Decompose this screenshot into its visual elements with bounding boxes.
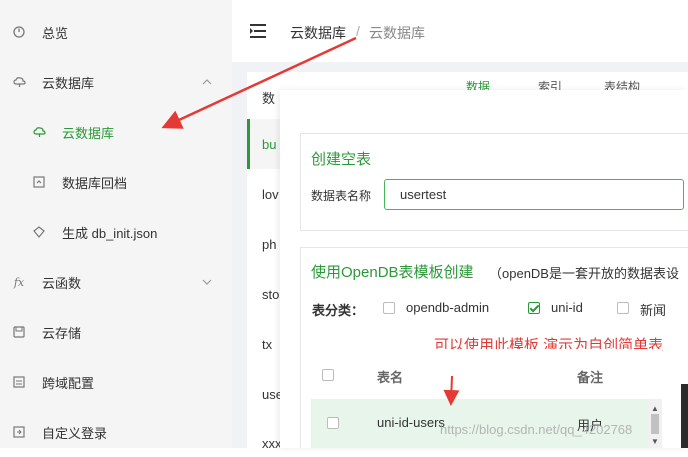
sidebar-item-overview[interactable]: 总览 (0, 7, 232, 57)
sidebar-item-custom-login[interactable]: 自定义登录 (0, 407, 232, 457)
row-checkbox[interactable] (327, 417, 339, 429)
sidebar-subitem-db-rollback[interactable]: 数据库回档 (0, 157, 232, 207)
collection-row[interactable]: tx (262, 337, 272, 352)
chevron-up-icon (202, 77, 212, 88)
breadcrumb-current: 云数据库 (369, 25, 425, 41)
scroll-down-icon[interactable]: ▼ (651, 437, 659, 446)
opendb-template-title: 使用OpenDB表模板创建 (311, 264, 474, 281)
sidebar-item-label: 云函数 (42, 275, 82, 291)
table-cell-name: uni-id-users (377, 415, 445, 430)
create-empty-table-title: 创建空表 (311, 151, 372, 168)
login-icon (12, 425, 26, 439)
sidebar-subitem-label: 数据库回档 (62, 175, 128, 191)
collection-list-header: 数 (262, 91, 276, 106)
sidebar-subitem-cloud-database[interactable]: 云数据库 (0, 107, 232, 157)
fx-icon: fx (13, 275, 25, 289)
chevron-down-icon (202, 277, 212, 288)
header: 云数据库 / 云数据库 (232, 0, 688, 63)
sidebar-subitem-label: 生成 db_init.json (62, 225, 158, 241)
scroll-up-icon[interactable]: ▲ (651, 404, 659, 413)
category-label-news[interactable]: 新闻 (640, 300, 666, 319)
table-name-label: 数据表名称 (311, 189, 372, 203)
rollback-icon (32, 175, 46, 189)
category-label-uni-id[interactable]: uni-id (551, 300, 583, 315)
sidebar-item-label: 跨域配置 (42, 375, 95, 391)
collection-row[interactable]: bu (262, 137, 276, 152)
table-header-name: 表名 (377, 370, 404, 385)
category-checkbox-uni-id[interactable] (528, 302, 540, 314)
dark-edge-strip (681, 384, 688, 448)
category-label-opendb-admin[interactable]: opendb-admin (406, 300, 489, 315)
sidebar-item-cloud-function[interactable]: fx 云函数 (0, 257, 232, 307)
category-checkbox-news[interactable] (617, 302, 629, 314)
collection-row[interactable]: lov (262, 187, 279, 202)
sidebar-subitem-label: 云数据库 (62, 125, 115, 141)
dashboard-icon (12, 25, 26, 39)
select-all-checkbox[interactable] (322, 369, 334, 381)
template-table-header (311, 349, 662, 400)
opendb-template-note: （openDB是一套开放的数据表设 (489, 266, 679, 281)
sidebar-item-cloud-database[interactable]: 云数据库 (0, 57, 232, 107)
sidebar-item-label: 总览 (42, 25, 69, 41)
table-name-input[interactable]: usertest (384, 179, 684, 210)
breadcrumb-root[interactable]: 云数据库 (290, 23, 346, 43)
sidebar-item-label: 云存储 (42, 325, 82, 341)
sidebar: 总览 云数据库 云数据库 数据库回档 生成 db_init.json fx 云函… (0, 0, 232, 448)
cors-icon (12, 375, 26, 389)
cloud-db-icon (12, 75, 26, 89)
table-header-note: 备注 (577, 370, 604, 385)
sidebar-subitem-generate-db-init[interactable]: 生成 db_init.json (0, 207, 232, 257)
cloud-db-icon (32, 125, 46, 139)
scroll-thumb[interactable] (651, 414, 659, 434)
category-checkbox-opendb-admin[interactable] (383, 302, 395, 314)
sidebar-item-cloud-storage[interactable]: 云存储 (0, 307, 232, 357)
breadcrumb-separator: / (356, 23, 360, 39)
collection-row[interactable]: ph (262, 237, 276, 252)
category-label: 表分类： (312, 303, 365, 318)
watermark: https://blog.csdn.net/qq_4202768 (440, 422, 633, 437)
sidebar-item-label: 云数据库 (42, 75, 95, 91)
storage-icon (12, 325, 26, 339)
sidebar-item-cors[interactable]: 跨域配置 (0, 357, 232, 407)
collection-row[interactable]: sto (262, 287, 279, 302)
menu-fold-icon[interactable] (250, 24, 266, 38)
generate-icon (32, 225, 46, 239)
sidebar-item-label: 自定义登录 (42, 425, 108, 441)
collection-row[interactable]: xxx (262, 436, 282, 451)
